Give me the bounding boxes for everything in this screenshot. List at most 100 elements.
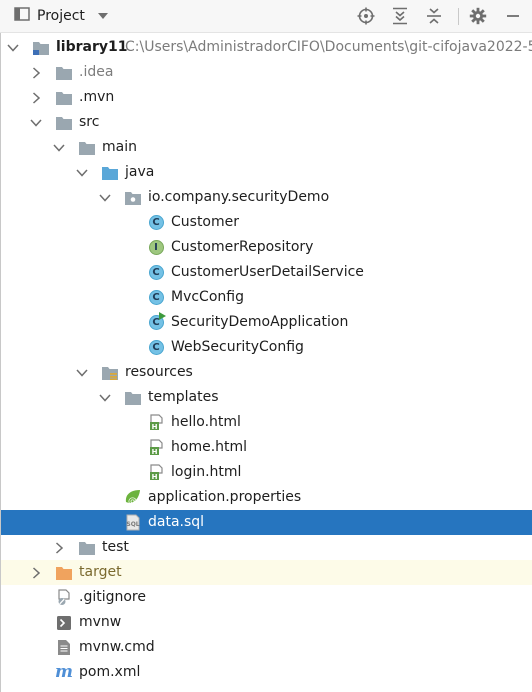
tree-item-label: Customer (171, 214, 240, 230)
tree-item-html[interactable]: H hello.html (1, 410, 532, 435)
tree-item-application-properties[interactable]: @ application.properties (1, 485, 532, 510)
tree-item-label: java (125, 164, 155, 180)
tree-item-label: pom.xml (79, 664, 141, 680)
folder-icon (55, 89, 73, 106)
tree-item-external-libraries[interactable] (1, 685, 532, 692)
tree-item-label: .idea (79, 64, 114, 80)
tree-item-label: io.company.securityDemo (148, 189, 330, 205)
tree-item-label: CustomerUserDetailService (171, 264, 364, 280)
tree-item-html[interactable]: H login.html (1, 460, 532, 485)
tree-item-target[interactable]: target (1, 560, 532, 585)
module-folder-icon (32, 39, 50, 56)
root-module-path: C:\Users\AdministradorCIFO\Documents\git… (125, 39, 532, 55)
tree-item-class[interactable]: C SecurityDemoApplication (1, 310, 532, 335)
html-file-icon: H (147, 439, 165, 456)
tree-item-html[interactable]: H home.html (1, 435, 532, 460)
tree-item-pom[interactable]: m pom.xml (1, 660, 532, 685)
chevron-right-icon[interactable] (29, 560, 43, 585)
tree-item-main[interactable]: main (1, 135, 532, 160)
chevron-down-icon[interactable] (75, 160, 89, 185)
tree-item-label: MvcConfig (171, 289, 244, 305)
tree-item-label: WebSecurityConfig (171, 339, 304, 355)
html-file-icon: H (147, 414, 165, 431)
folder-icon (55, 64, 73, 81)
folder-icon (124, 389, 142, 406)
tree-item-label: mvnw.cmd (79, 639, 155, 655)
tree-item-class[interactable]: C Customer (1, 210, 532, 235)
chevron-down-icon[interactable] (29, 110, 43, 135)
spring-properties-icon: @ (124, 489, 142, 506)
root-module-label: library11 (56, 39, 128, 55)
tree-item-label: login.html (171, 464, 242, 480)
tree-item-label: .gitignore (79, 589, 146, 605)
tree-item-label: templates (148, 389, 219, 405)
view-title: Project (37, 8, 85, 24)
tree-item-java[interactable]: java (1, 160, 532, 185)
folder-icon (78, 139, 96, 156)
chevron-down-icon[interactable] (98, 385, 112, 410)
tree-item-resources[interactable]: resources (1, 360, 532, 385)
settings-icon[interactable] (468, 6, 488, 26)
class-icon: C (147, 339, 165, 356)
excluded-folder-icon (55, 564, 73, 581)
class-icon: C (147, 214, 165, 231)
chevron-down-icon[interactable] (75, 360, 89, 385)
svg-text:H: H (152, 473, 158, 481)
tree-item-gitignore[interactable]: .gitignore (1, 585, 532, 610)
tree-item-label: main (102, 139, 137, 155)
source-folder-icon (101, 164, 119, 181)
tree-item-class[interactable]: I CustomerRepository (1, 235, 532, 260)
tree-item-mvn[interactable]: .mvn (1, 85, 532, 110)
chevron-down-icon[interactable] (98, 185, 112, 210)
interface-icon: I (147, 239, 165, 256)
chevron-down-icon[interactable] (97, 8, 109, 24)
view-selector[interactable]: Project (14, 5, 109, 27)
class-icon: C (147, 289, 165, 306)
class-icon: C (147, 264, 165, 281)
tree-item-label: test (102, 539, 129, 555)
chevron-right-icon[interactable] (52, 535, 66, 560)
maven-icon: m (55, 662, 73, 682)
html-file-icon: H (147, 464, 165, 481)
tree-item-mvnw[interactable]: mvnw (1, 610, 532, 635)
sql-file-icon: SQL (124, 514, 142, 531)
collapse-all-icon[interactable] (424, 6, 444, 26)
project-view-icon (14, 6, 30, 26)
tree-item-class[interactable]: C WebSecurityConfig (1, 335, 532, 360)
svg-text:H: H (152, 423, 158, 431)
tree-item-mvnw-cmd[interactable]: mvnw.cmd (1, 635, 532, 660)
tree-item-package[interactable]: io.company.securityDemo (1, 185, 532, 210)
folder-icon (78, 539, 96, 556)
tree-item-class[interactable]: C CustomerUserDetailService (1, 260, 532, 285)
tree-item-label: SecurityDemoApplication (171, 314, 349, 330)
svg-text:@: @ (128, 497, 137, 507)
tree-item-templates[interactable]: templates (1, 385, 532, 410)
tree-item-label: hello.html (171, 414, 241, 430)
locate-icon[interactable] (356, 6, 376, 26)
main-class-icon: C (147, 312, 166, 331)
chevron-down-icon[interactable] (6, 35, 20, 60)
svg-text:SQL: SQL (126, 521, 139, 528)
tree-item-idea[interactable]: .idea (1, 60, 532, 85)
resources-folder-icon (101, 364, 119, 381)
tree-item-src[interactable]: src (1, 110, 532, 135)
hide-icon[interactable] (503, 6, 523, 26)
chevron-down-icon[interactable] (52, 135, 66, 160)
text-file-icon (55, 639, 73, 656)
tree-item-label: application.properties (148, 489, 302, 505)
svg-text:H: H (152, 448, 158, 456)
tree-item-root[interactable]: library11 C:\Users\AdministradorCIFO\Doc… (1, 35, 532, 60)
tree-item-label: home.html (171, 439, 248, 455)
tree-item-class[interactable]: C MvcConfig (1, 285, 532, 310)
chevron-right-icon[interactable] (29, 85, 43, 110)
package-icon (124, 189, 142, 206)
project-tree: library11 C:\Users\AdministradorCIFO\Doc… (0, 33, 532, 692)
tree-item-test[interactable]: test (1, 535, 532, 560)
folder-icon (55, 114, 73, 131)
tree-item-label: target (79, 564, 122, 580)
expand-all-icon[interactable] (390, 6, 410, 26)
chevron-right-icon[interactable] (29, 60, 43, 85)
tree-item-data-sql[interactable]: SQL data.sql (1, 510, 532, 535)
tree-item-label: resources (125, 364, 193, 380)
tree-item-label: CustomerRepository (171, 239, 314, 255)
